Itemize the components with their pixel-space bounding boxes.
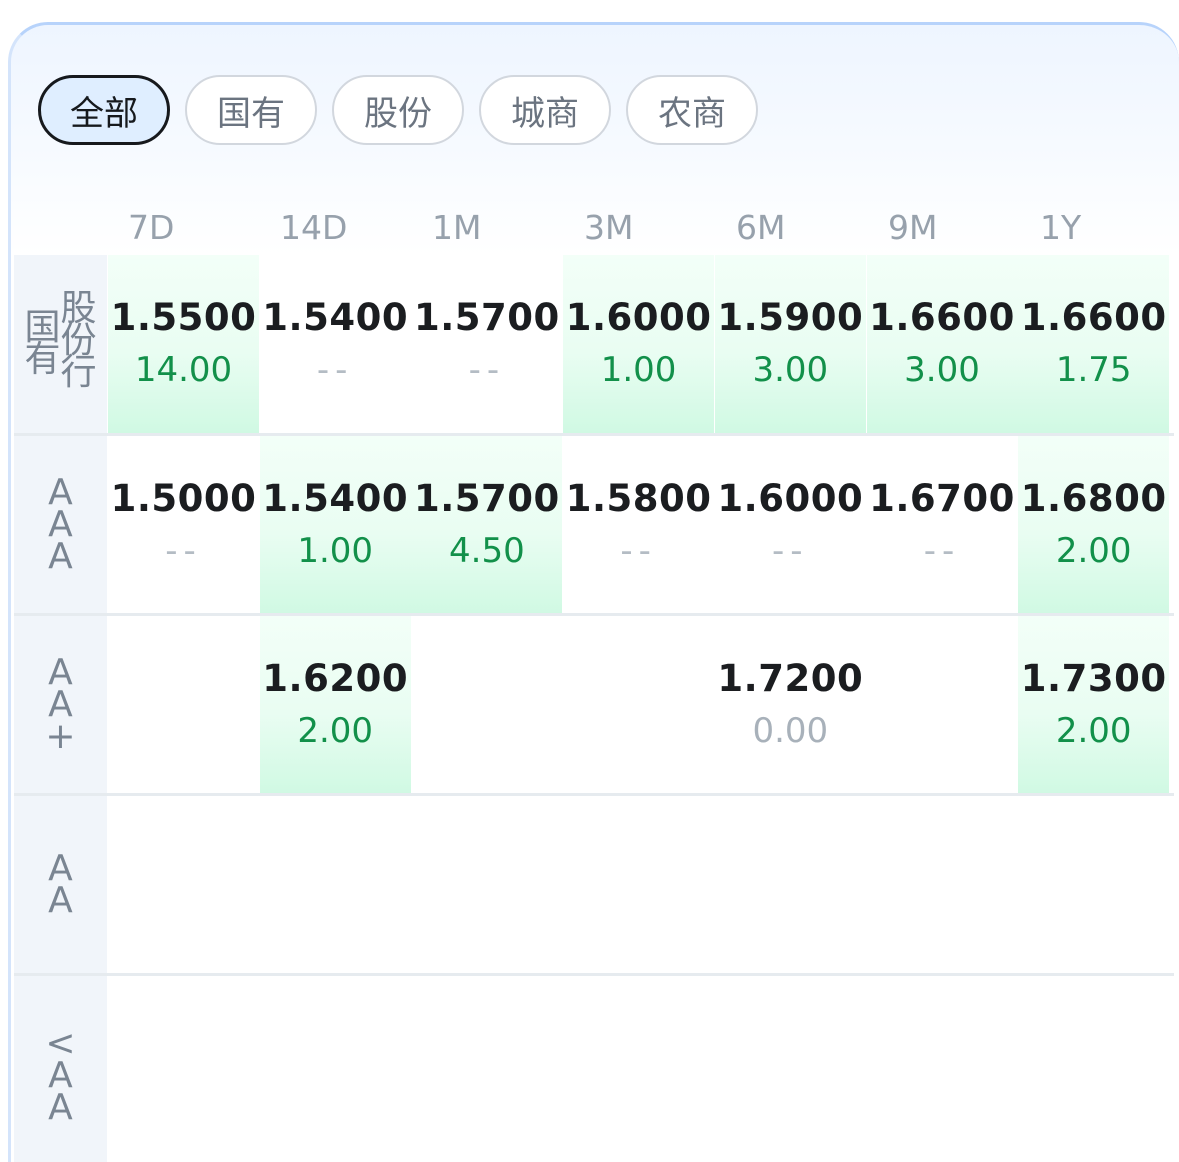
row-label-right: 股份行: [60, 288, 97, 393]
rate-cell[interactable]: 1.6800 2.00: [1018, 436, 1170, 614]
row-label-text: A A +: [45, 651, 76, 757]
rate-cell[interactable]: 1.5400 1.00: [259, 436, 411, 614]
row-label-state-joint: 国有 股份行: [14, 255, 107, 433]
row-label-text: AA: [48, 847, 73, 921]
rate-value: 1.6200: [262, 657, 409, 700]
row-label-left: 国有: [24, 307, 61, 380]
volume-value: --: [620, 531, 657, 571]
rate-value: 1.6600: [1020, 296, 1167, 339]
row-divider: [14, 973, 1174, 976]
row-label-text: < A A: [45, 1023, 76, 1128]
rate-cell: [867, 616, 1018, 794]
row-label-aa-plus: A A +: [14, 616, 107, 793]
row-label-below-aa: < A A: [14, 976, 107, 1162]
volume-value: --: [772, 531, 809, 571]
rate-cell[interactable]: 1.6000 --: [715, 436, 866, 614]
row-label-text: AAA: [48, 471, 73, 577]
tab-state-owned[interactable]: 国有: [185, 75, 317, 145]
rate-cell[interactable]: 1.5800 --: [563, 436, 714, 614]
rate-value: 1.6000: [565, 296, 712, 339]
rate-value: 1.7200: [717, 657, 864, 700]
rate-value: 1.5800: [565, 477, 712, 520]
rate-value: 1.6700: [869, 477, 1015, 520]
volume-value: 3.00: [752, 350, 829, 390]
rate-cell[interactable]: 1.6000 1.00: [563, 255, 715, 433]
volume-value: --: [923, 531, 961, 571]
rate-cell[interactable]: 1.5700 4.50: [411, 436, 563, 614]
column-header-14d: 14D: [280, 207, 348, 247]
volume-value: 3.00: [904, 350, 980, 390]
rate-cell: [108, 616, 259, 794]
volume-value: 4.50: [449, 531, 525, 571]
column-header-9m: 9M: [888, 207, 938, 247]
volume-value: 2.00: [1055, 531, 1132, 571]
row-label-aaa: AAA: [14, 436, 107, 613]
rate-cell: [563, 616, 714, 794]
volume-value: 0.00: [752, 711, 829, 751]
volume-value: 2.00: [1055, 711, 1132, 751]
rate-cell[interactable]: 1.5400 --: [260, 255, 411, 433]
rate-value: 1.6600: [869, 296, 1015, 339]
volume-value: --: [316, 350, 354, 390]
rate-cell[interactable]: 1.5900 3.00: [714, 255, 866, 433]
volume-value: --: [165, 531, 202, 571]
column-header-1y: 1Y: [1040, 207, 1082, 247]
volume-value: 1.00: [297, 531, 374, 571]
column-header-6m: 6M: [736, 207, 786, 247]
rate-cell: [411, 616, 562, 794]
row-divider: [14, 433, 1174, 436]
volume-value: 1.75: [1055, 350, 1132, 390]
rate-cell[interactable]: 1.6700 --: [867, 436, 1018, 614]
tab-rural-commercial[interactable]: 农商: [626, 75, 758, 145]
rate-value: 1.5000: [110, 477, 257, 520]
tab-all[interactable]: 全部: [38, 75, 170, 145]
rate-cell[interactable]: 1.6200 2.00: [259, 616, 411, 794]
row-label-aa: AA: [14, 796, 107, 973]
rate-cell[interactable]: 1.5500 14.00: [108, 255, 259, 433]
volume-value: 14.00: [134, 350, 233, 390]
column-header-7d: 7D: [128, 207, 175, 247]
rate-cell[interactable]: 1.5000 --: [108, 436, 259, 614]
tab-city-commercial[interactable]: 城商: [479, 75, 611, 145]
rate-cell[interactable]: 1.6600 3.00: [866, 255, 1018, 433]
volume-value: 2.00: [297, 711, 374, 751]
volume-value: --: [468, 350, 506, 390]
rate-value: 1.5700: [414, 296, 560, 339]
row-divider: [14, 793, 1174, 796]
rate-cell[interactable]: 1.6600 1.75: [1018, 255, 1170, 433]
rate-value: 1.5500: [110, 296, 257, 339]
rate-value: 1.5400: [262, 296, 409, 339]
column-header-3m: 3M: [584, 207, 634, 247]
row-divider: [14, 613, 1174, 616]
rate-cell[interactable]: 1.7200 0.00: [715, 616, 866, 794]
rate-value: 1.6800: [1020, 477, 1167, 520]
rate-matrix-card: 全部 国有 股份 城商 农商 7D 14D 1M 3M 6M 9M 1Y 国有 …: [8, 22, 1179, 1162]
rate-value: 1.5900: [717, 296, 864, 339]
column-header-1m: 1M: [432, 207, 482, 247]
rate-cell[interactable]: 1.7300 2.00: [1018, 616, 1170, 794]
rate-value: 1.5700: [414, 477, 560, 520]
rate-value: 1.7300: [1020, 657, 1167, 700]
rate-value: 1.5400: [262, 477, 409, 520]
rate-value: 1.6000: [717, 477, 864, 520]
tab-joint-stock[interactable]: 股份: [332, 75, 464, 145]
volume-value: 1.00: [600, 350, 677, 390]
rate-cell[interactable]: 1.5700 --: [411, 255, 562, 433]
